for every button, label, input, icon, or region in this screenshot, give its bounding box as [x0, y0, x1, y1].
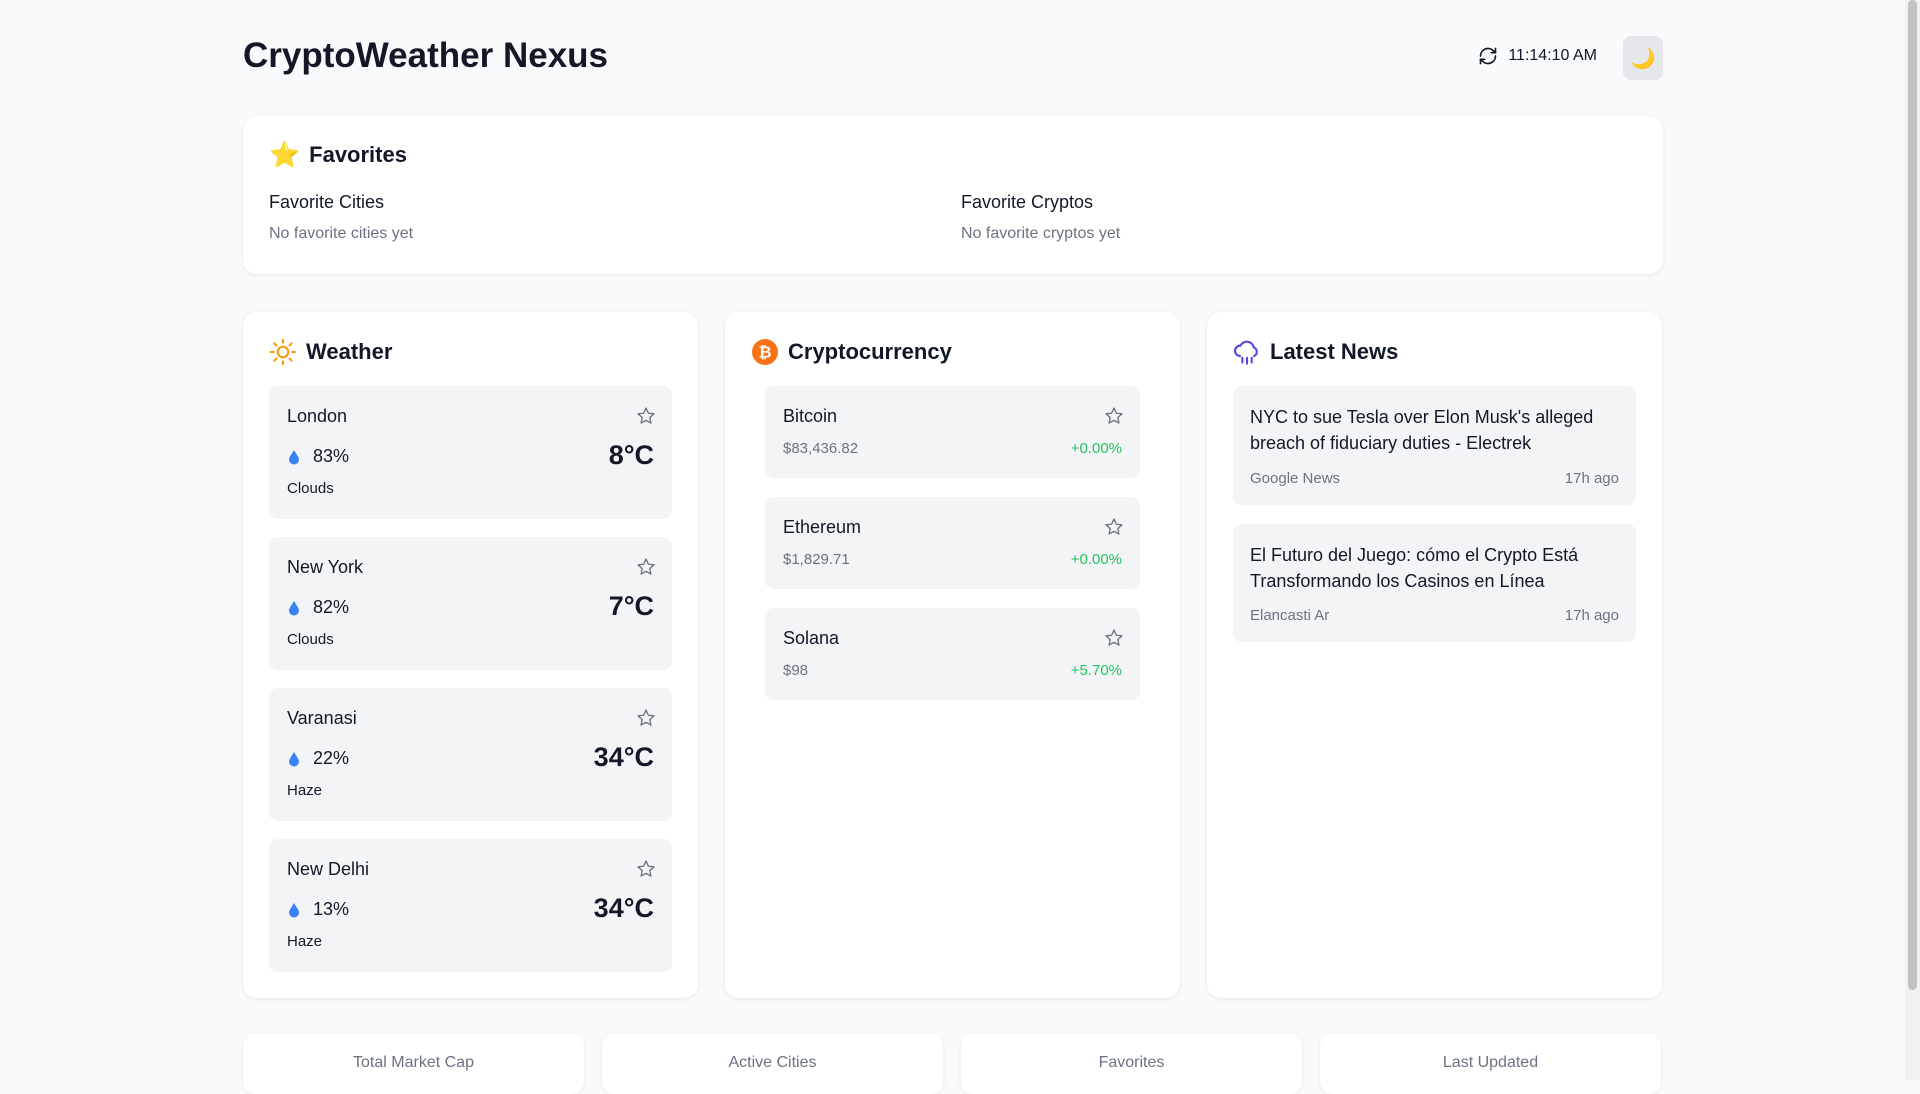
- news-headline[interactable]: NYC to sue Tesla over Elon Musk's allege…: [1250, 404, 1620, 456]
- star-icon: ⭐: [269, 140, 301, 169]
- droplet-icon: [289, 600, 299, 615]
- favorite-star-icon[interactable]: [636, 859, 656, 879]
- crypto-card[interactable]: Solana $98 +5.70%: [765, 608, 1140, 700]
- humidity: 13%: [287, 899, 349, 920]
- weather-card[interactable]: London 83% 8°C Clouds: [269, 386, 672, 519]
- news-panel: Latest News NYC to sue Tesla over Elon M…: [1207, 312, 1662, 998]
- stat-label: Last Updated: [1442, 1054, 1539, 1071]
- weather-card[interactable]: New Delhi 13% 34°C Haze: [269, 839, 672, 972]
- humidity: 83%: [287, 446, 349, 467]
- theme-toggle-button[interactable]: 🌙: [1623, 36, 1663, 80]
- favorite-cryptos: Favorite Cryptos No favorite cryptos yet: [961, 192, 1120, 243]
- coin-name: Ethereum: [783, 517, 862, 537]
- news-source: Google News: [1250, 470, 1341, 487]
- app-title: CryptoWeather Nexus: [243, 36, 609, 75]
- clock: 11:14:10 AM: [1478, 46, 1597, 66]
- weather-condition: Haze: [287, 782, 323, 799]
- crypto-card[interactable]: Bitcoin $83,436.82 +0.00%: [765, 386, 1140, 478]
- news-source: Elancasti Ar: [1250, 607, 1330, 624]
- weather-condition: Clouds: [287, 480, 334, 497]
- humidity-value: 22%: [313, 748, 350, 768]
- coin-price: $1,829.71: [783, 551, 850, 568]
- weather-card[interactable]: Varanasi 22% 34°C Haze: [269, 688, 672, 821]
- moon-icon: 🌙: [1630, 47, 1656, 70]
- cloud-rain-icon: [1234, 340, 1258, 365]
- stat-card-total-market-cap: Total Market Cap: [243, 1034, 584, 1094]
- scrollbar-thumb[interactable]: [1908, 0, 1917, 990]
- favorites-title-text: Favorites: [309, 142, 407, 167]
- favorite-cities: Favorite Cities No favorite cities yet: [269, 192, 413, 243]
- sun-icon: [269, 338, 297, 366]
- city-name: Varanasi: [287, 708, 357, 728]
- favorite-star-icon[interactable]: [636, 557, 656, 577]
- favorite-star-icon[interactable]: [636, 708, 656, 728]
- favorite-star-icon[interactable]: [1104, 517, 1124, 537]
- droplet-icon: [289, 751, 299, 766]
- droplet-icon: [289, 449, 299, 464]
- city-name: London: [287, 406, 348, 426]
- temperature: 7°C: [608, 591, 654, 621]
- stat-card-last-updated: Last Updated: [1320, 1034, 1661, 1094]
- favorite-star-icon[interactable]: [636, 406, 656, 426]
- favorite-cryptos-heading: Favorite Cryptos: [961, 192, 1094, 212]
- refresh-icon[interactable]: [1478, 46, 1498, 66]
- weather-condition: Haze: [287, 933, 323, 950]
- last-refresh-time: 11:14:10 AM: [1508, 47, 1597, 64]
- stat-card-active-cities: Active Cities: [602, 1034, 943, 1094]
- humidity-value: 83%: [313, 446, 350, 466]
- coin-change: +5.70%: [1070, 662, 1122, 679]
- news-headline[interactable]: El Futuro del Juego: cómo el Crypto Está…: [1250, 542, 1620, 594]
- news-time: 17h ago: [1564, 607, 1619, 624]
- humidity-value: 13%: [313, 899, 350, 919]
- header: CryptoWeather Nexus 11:14:10 AM 🌙: [243, 0, 1663, 115]
- crypto-title-text: Cryptocurrency: [788, 339, 952, 364]
- bitcoin-icon: ₿: [752, 339, 778, 365]
- stat-label: Total Market Cap: [353, 1054, 474, 1071]
- coin-name: Solana: [783, 628, 840, 648]
- humidity-value: 82%: [313, 597, 350, 617]
- city-name: New York: [287, 557, 364, 577]
- coin-name: Bitcoin: [783, 406, 838, 426]
- favorite-star-icon[interactable]: [1104, 628, 1124, 648]
- favorites-title: ⭐ Favorites: [269, 142, 407, 168]
- weather-card[interactable]: New York 82% 7°C Clouds: [269, 537, 672, 670]
- page-scrollbar[interactable]: [1905, 0, 1920, 1080]
- temperature: 34°C: [593, 893, 654, 923]
- temperature: 8°C: [608, 440, 654, 470]
- svg-text:₿: ₿: [758, 343, 771, 362]
- coin-price: $83,436.82: [783, 440, 859, 457]
- weather-condition: Clouds: [287, 631, 334, 648]
- city-name: New Delhi: [287, 859, 370, 879]
- favorite-cities-heading: Favorite Cities: [269, 192, 385, 212]
- stat-card-favorites: Favorites: [961, 1034, 1302, 1094]
- news-card[interactable]: NYC to sue Tesla over Elon Musk's allege…: [1233, 386, 1636, 505]
- coin-change: +0.00%: [1070, 551, 1122, 568]
- weather-title-text: Weather: [306, 339, 393, 364]
- crypto-panel: ₿ Cryptocurrency Bitcoin $83,436.82 +0.0…: [725, 312, 1180, 998]
- favorite-cities-empty: No favorite cities yet: [269, 225, 414, 242]
- stat-label: Favorites: [1098, 1054, 1165, 1071]
- coin-change: +0.00%: [1070, 440, 1122, 457]
- weather-panel: Weather London 83% 8°C Clouds New York 8…: [243, 312, 698, 998]
- temperature: 34°C: [593, 742, 654, 772]
- humidity: 82%: [287, 597, 349, 618]
- favorite-cryptos-empty: No favorite cryptos yet: [961, 225, 1121, 242]
- news-title: Latest News: [1233, 338, 1398, 366]
- droplet-icon: [289, 902, 299, 917]
- favorites-section: ⭐ Favorites Favorite Cities No favorite …: [243, 116, 1663, 274]
- favorite-star-icon[interactable]: [1104, 406, 1124, 426]
- crypto-title: ₿ Cryptocurrency: [751, 338, 952, 366]
- crypto-card[interactable]: Ethereum $1,829.71 +0.00%: [765, 497, 1140, 589]
- coin-price: $98: [783, 662, 809, 679]
- news-title-text: Latest News: [1270, 339, 1399, 364]
- weather-title: Weather: [269, 338, 392, 366]
- news-card[interactable]: El Futuro del Juego: cómo el Crypto Está…: [1233, 524, 1636, 642]
- humidity: 22%: [287, 748, 349, 769]
- stat-label: Active Cities: [728, 1054, 817, 1071]
- news-time: 17h ago: [1564, 470, 1619, 487]
